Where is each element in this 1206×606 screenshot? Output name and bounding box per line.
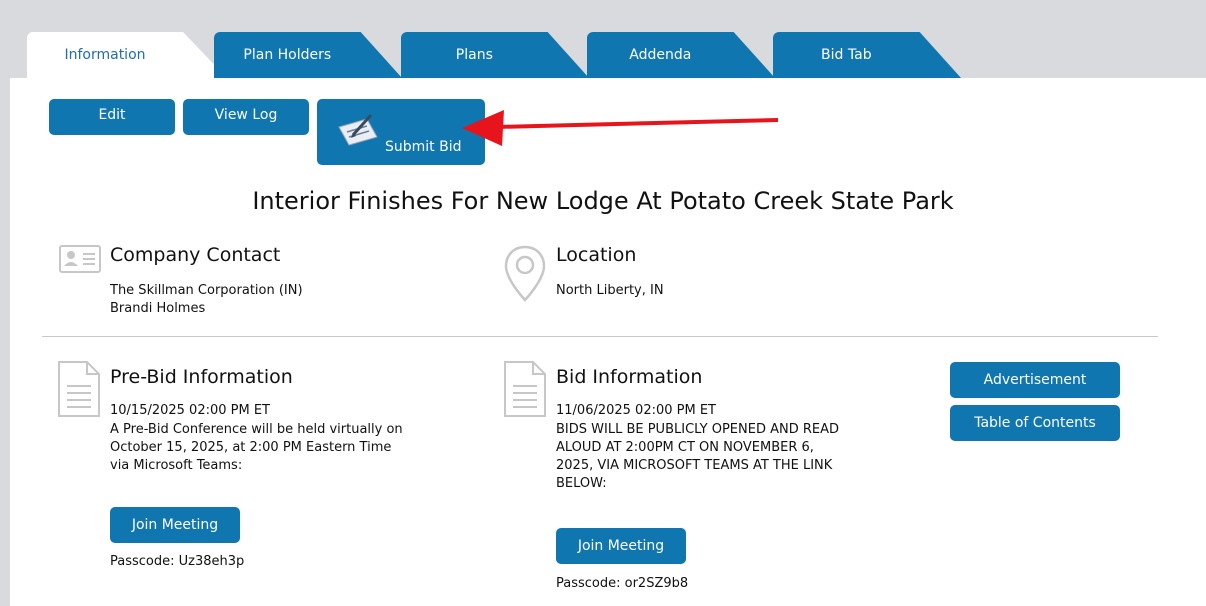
- pre-bid-passcode: Passcode: Uz38eh3p: [110, 554, 245, 569]
- bid-info-passcode: Passcode: or2SZ9b8: [556, 576, 689, 591]
- tab-label: Addenda: [629, 47, 692, 63]
- document-icon: [57, 360, 101, 422]
- pre-bid-join-meeting-button[interactable]: Join Meeting: [110, 507, 240, 543]
- bid-info-datetime: 11/06/2025 02:00 PM ET: [556, 403, 716, 418]
- pre-bid-datetime: 10/15/2025 02:00 PM ET: [110, 403, 270, 418]
- submit-bid-icon: [337, 113, 379, 151]
- contact-person: Brandi Holmes: [110, 301, 206, 316]
- document-icon: [503, 360, 547, 422]
- annotation-arrow: [462, 110, 779, 146]
- pre-bid-desc-line: via Microsoft Teams:: [110, 458, 243, 473]
- tab-label: Plan Holders: [243, 47, 332, 63]
- bid-info-join-meeting-button[interactable]: Join Meeting: [556, 528, 686, 564]
- submit-bid-label: Submit Bid: [385, 139, 462, 155]
- company-contact-heading: Company Contact: [110, 244, 281, 266]
- pre-bid-desc-line: A Pre-Bid Conference will be held virtua…: [110, 422, 403, 437]
- company-name: The Skillman Corporation (IN): [110, 283, 303, 298]
- bid-info-heading: Bid Information: [556, 366, 703, 388]
- table-of-contents-button[interactable]: Table of Contents: [950, 405, 1120, 441]
- advertisement-button[interactable]: Advertisement: [950, 362, 1120, 398]
- left-border: [0, 78, 10, 606]
- contact-card-icon: [59, 245, 101, 277]
- location-pin-icon: [503, 244, 547, 308]
- location-value: North Liberty, IN: [556, 283, 664, 298]
- section-divider: [42, 336, 1158, 337]
- tab-label: Information: [64, 47, 146, 63]
- tab-label: Plans: [455, 47, 493, 63]
- pre-bid-heading: Pre-Bid Information: [110, 366, 293, 388]
- view-log-button[interactable]: View Log: [183, 99, 309, 135]
- pre-bid-desc-line: October 15, 2025, at 2:00 PM Eastern Tim…: [110, 440, 392, 455]
- bid-info-desc-line: BIDS WILL BE PUBLICLY OPENED AND READ: [556, 422, 840, 437]
- bid-info-desc-line: ALOUD AT 2:00PM CT ON NOVEMBER 6,: [556, 440, 814, 455]
- bid-info-desc-line: 2025, VIA MICROSOFT TEAMS AT THE LINK: [556, 458, 833, 473]
- bid-info-desc-line: BELOW:: [556, 476, 607, 491]
- tab-label: Bid Tab: [821, 47, 872, 63]
- edit-button[interactable]: Edit: [49, 99, 175, 135]
- project-title: Interior Finishes For New Lodge At Potat…: [252, 187, 954, 215]
- location-heading: Location: [556, 244, 637, 266]
